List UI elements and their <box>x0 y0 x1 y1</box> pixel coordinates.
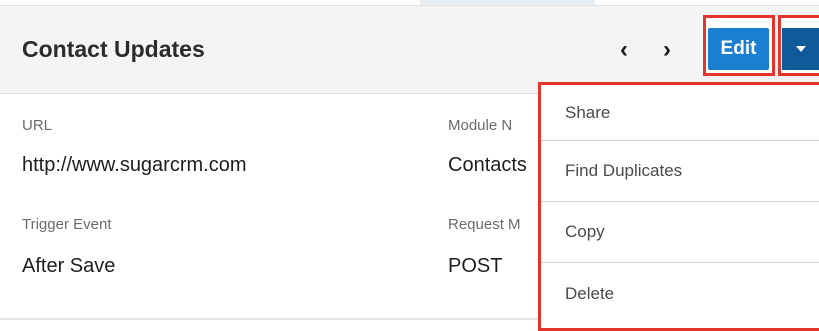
menu-item-share[interactable]: Share <box>541 85 819 141</box>
next-record-icon[interactable]: › <box>663 36 671 64</box>
url-value: http://www.sugarcrm.com <box>22 154 247 176</box>
trigger-event-value: After Save <box>22 255 116 277</box>
actions-dropdown-menu: Share Find Duplicates Copy Delete <box>538 82 819 331</box>
actions-dropdown-button[interactable] <box>782 28 819 70</box>
page-title: Contact Updates <box>22 36 205 62</box>
menu-item-copy[interactable]: Copy <box>541 202 819 263</box>
module-value: Contacts <box>448 154 527 176</box>
edit-button[interactable]: Edit <box>708 28 769 70</box>
record-view: Contact Updates ‹ › Edit URL http://www.… <box>0 0 819 331</box>
request-method-label: Request M <box>448 216 521 233</box>
record-header: Contact Updates ‹ › <box>0 6 819 94</box>
module-label: Module N <box>448 117 513 134</box>
menu-item-delete[interactable]: Delete <box>541 263 819 324</box>
request-method-value: POST <box>448 255 503 277</box>
menu-item-find-duplicates[interactable]: Find Duplicates <box>541 141 819 202</box>
url-label: URL <box>22 117 53 134</box>
previous-record-icon[interactable]: ‹ <box>620 36 628 64</box>
trigger-event-label: Trigger Event <box>22 216 112 233</box>
chevron-down-icon <box>795 46 806 52</box>
